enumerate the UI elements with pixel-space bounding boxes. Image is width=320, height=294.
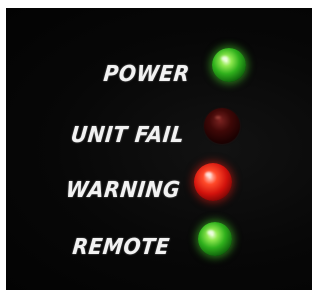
warning-label: WARNING xyxy=(64,178,182,203)
warning-led-icon xyxy=(194,163,232,201)
unit-fail-led-icon xyxy=(204,108,240,144)
power-led-icon xyxy=(212,48,246,82)
power-label: POWER xyxy=(102,62,192,87)
indicator-panel: POWER UNIT FAIL WARNING REMOTE xyxy=(6,8,312,290)
unit-fail-label: UNIT FAIL xyxy=(69,123,186,148)
remote-label: REMOTE xyxy=(71,235,172,260)
remote-led-icon xyxy=(198,222,232,256)
